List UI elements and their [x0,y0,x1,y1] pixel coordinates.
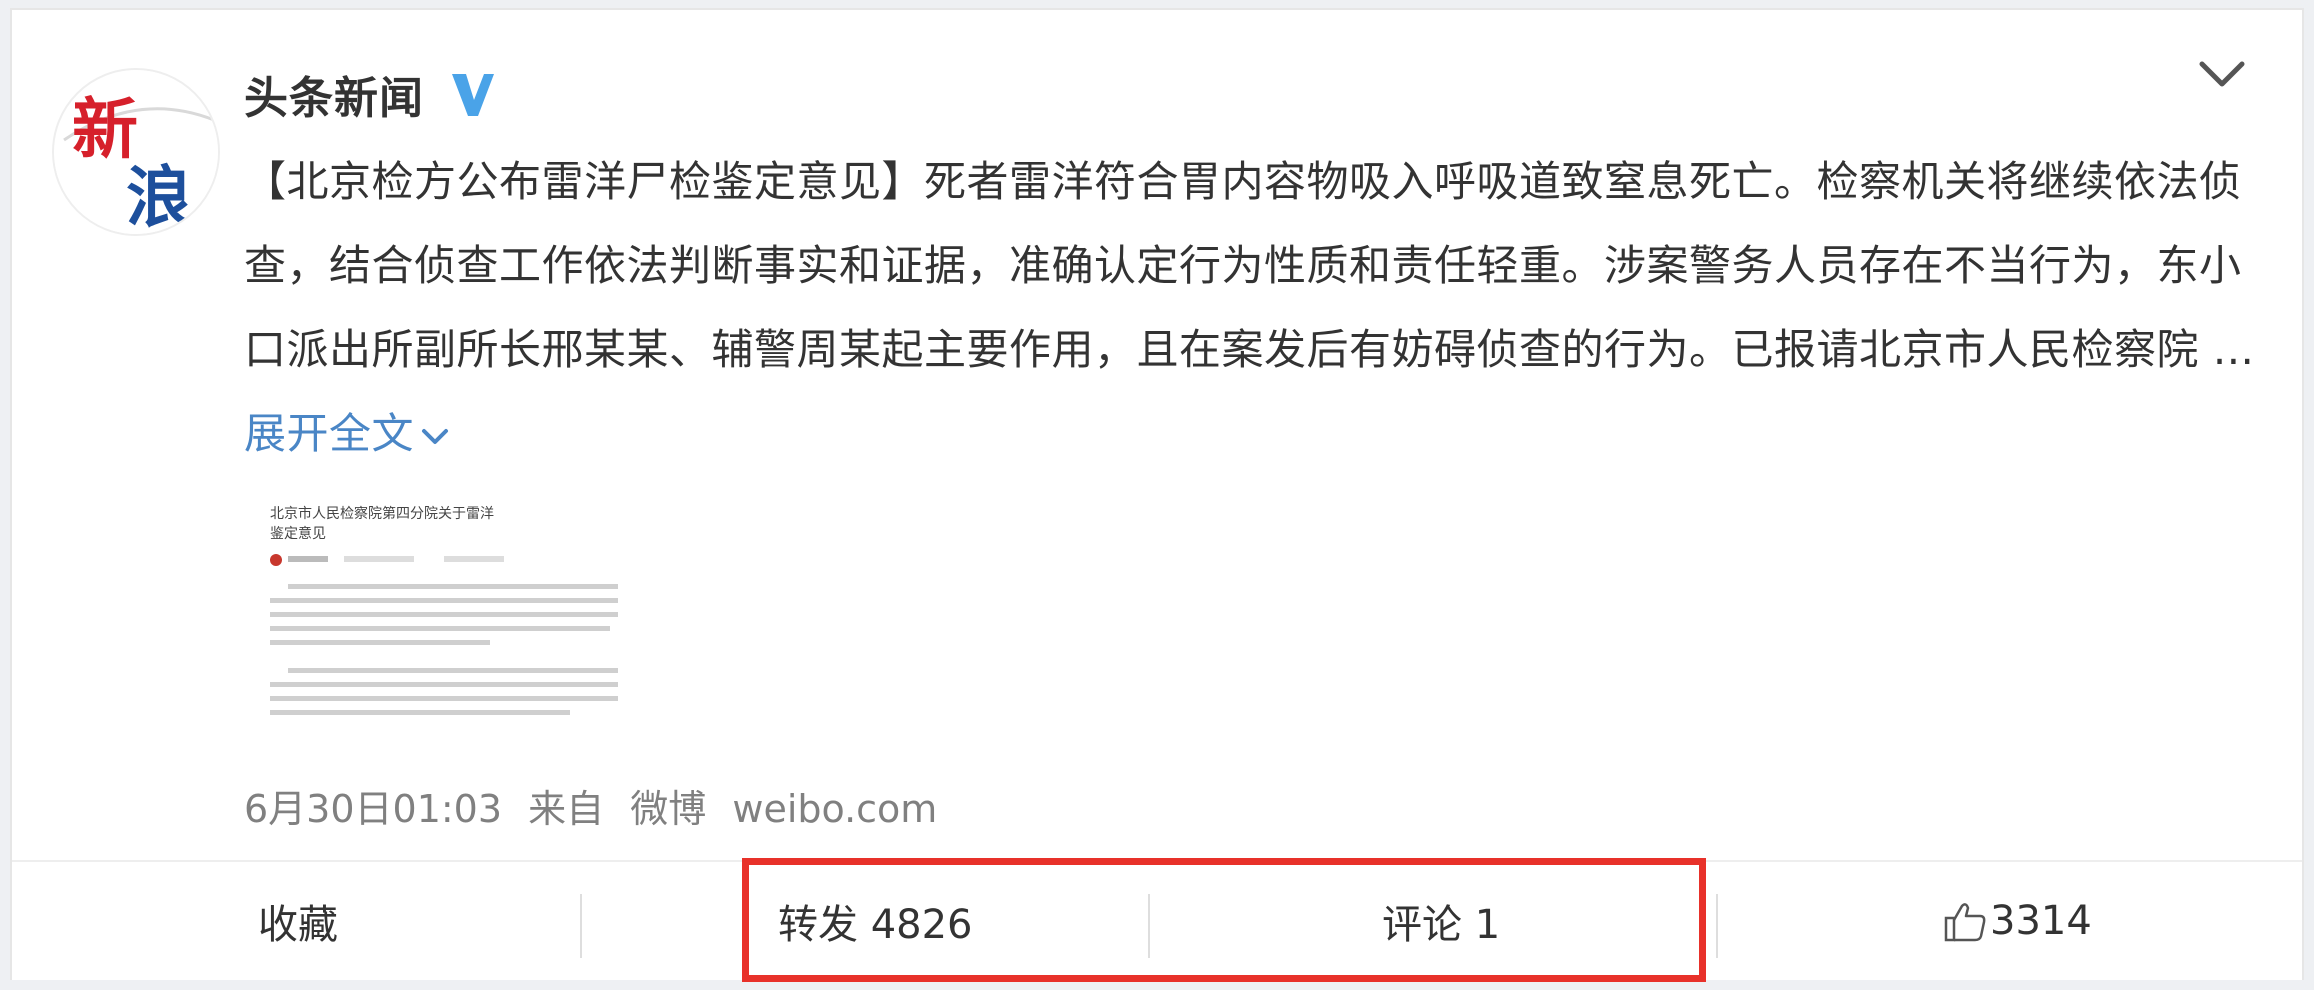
comment-label: 评论 1 [1382,902,1501,948]
avatar-text-top: 新 [72,91,138,168]
source-prefix: 来自 [528,787,605,831]
author-row: 头条新闻 [244,58,500,130]
thumbnail-title-line2: 鉴定意见 [270,525,326,542]
action-divider [1716,894,1718,958]
post-timestamp[interactable]: 6月30日01:03 [244,787,502,831]
action-divider [1148,894,1150,958]
expand-full-text-link[interactable]: 展开全文 [244,409,452,458]
weibo-post-card: 新 浪 头条新闻 【北京检方公布雷洋尸检鉴定意见】死者雷洋符合胃内容物吸入呼吸道… [10,8,2304,982]
expand-label: 展开全文 [244,409,415,458]
repost-label: 转发 4826 [778,902,973,948]
sina-logo-icon: 新 浪 [54,70,218,236]
thumbnail-title-line1: 北京市人民检察院第四分院关于雷洋 [270,505,494,522]
comment-button[interactable]: 评论 1 [1382,862,1500,980]
avatar[interactable]: 新 浪 [52,68,220,236]
chevron-down-icon[interactable] [2196,54,2248,94]
post-meta: 6月30日01:03 来自 微博 weibo.com [244,778,937,833]
post-image-thumbnail[interactable]: 北京市人民检察院第四分院关于雷洋 鉴定意见 [264,488,632,724]
chevron-down-icon [422,428,449,444]
post-body: 【北京检方公布雷洋尸检鉴定意见】死者雷洋符合胃内容物吸入呼吸道致窒息死亡。检察机… [244,157,2255,374]
favorite-label: 收藏 [258,902,338,948]
post-text: 【北京检方公布雷洋尸检鉴定意见】死者雷洋符合胃内容物吸入呼吸道致窒息死亡。检察机… [244,140,2274,476]
source-app[interactable]: 微博 [630,787,706,831]
action-bar: 收藏 转发 4826 评论 1 3314 [12,860,2302,980]
source-domain[interactable]: weibo.com [732,787,937,831]
document-image: 北京市人民检察院第四分院关于雷洋 鉴定意见 [264,488,632,724]
avatar-text-bottom: 浪 [126,159,192,236]
author-name[interactable]: 头条新闻 [244,62,424,126]
like-button[interactable]: 3314 [1942,862,2092,980]
like-count: 3314 [1990,898,2092,944]
repost-button[interactable]: 转发 4826 [778,862,973,980]
thumbs-up-icon [1944,903,1986,942]
verified-v-icon [452,74,494,116]
favorite-button[interactable]: 收藏 [258,862,338,980]
action-divider [580,894,582,958]
